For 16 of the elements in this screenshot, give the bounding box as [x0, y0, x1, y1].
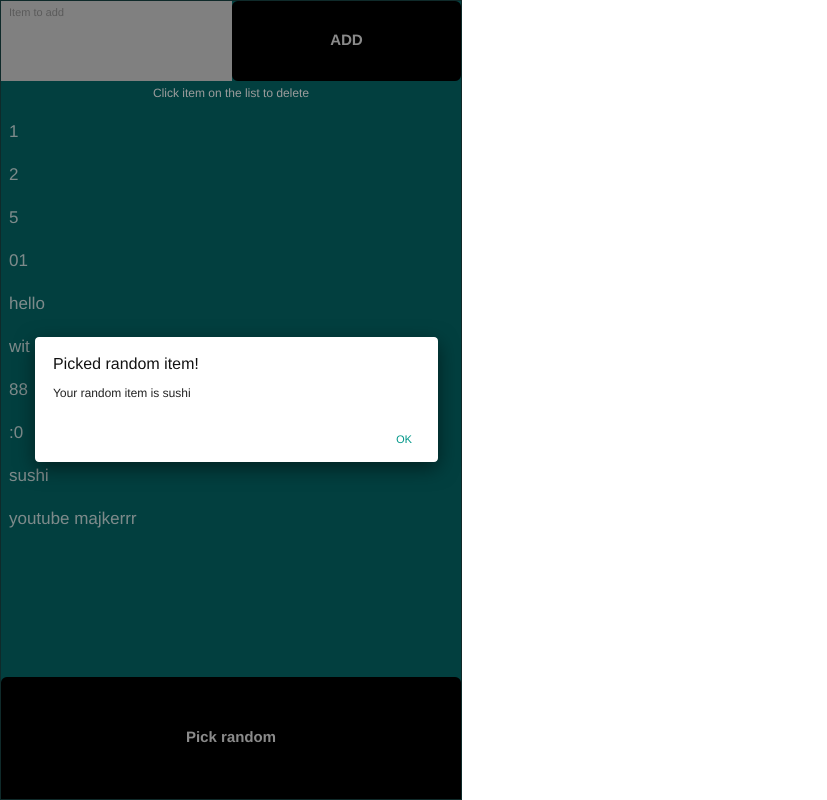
pick-random-button[interactable]: Pick random: [1, 677, 461, 799]
list-item[interactable]: youtube majkerrr: [9, 506, 137, 532]
list-item[interactable]: 1: [9, 118, 18, 144]
list-item[interactable]: hello: [9, 290, 45, 316]
add-button[interactable]: ADD: [232, 1, 461, 81]
list-item[interactable]: 01: [9, 248, 28, 274]
list-item[interactable]: sushi: [9, 462, 49, 488]
hint-text: Click item on the list to delete: [152, 85, 310, 102]
list-item[interactable]: 5: [9, 204, 18, 230]
dialog-message: Your random item is sushi: [53, 385, 192, 402]
dialog-title: Picked random item!: [53, 355, 200, 375]
list-item[interactable]: 2: [9, 162, 18, 188]
list-item[interactable]: wit: [9, 334, 30, 360]
list-item[interactable]: :0: [9, 420, 24, 446]
ok-button[interactable]: OK: [388, 432, 420, 448]
list-item[interactable]: 88: [9, 376, 28, 402]
